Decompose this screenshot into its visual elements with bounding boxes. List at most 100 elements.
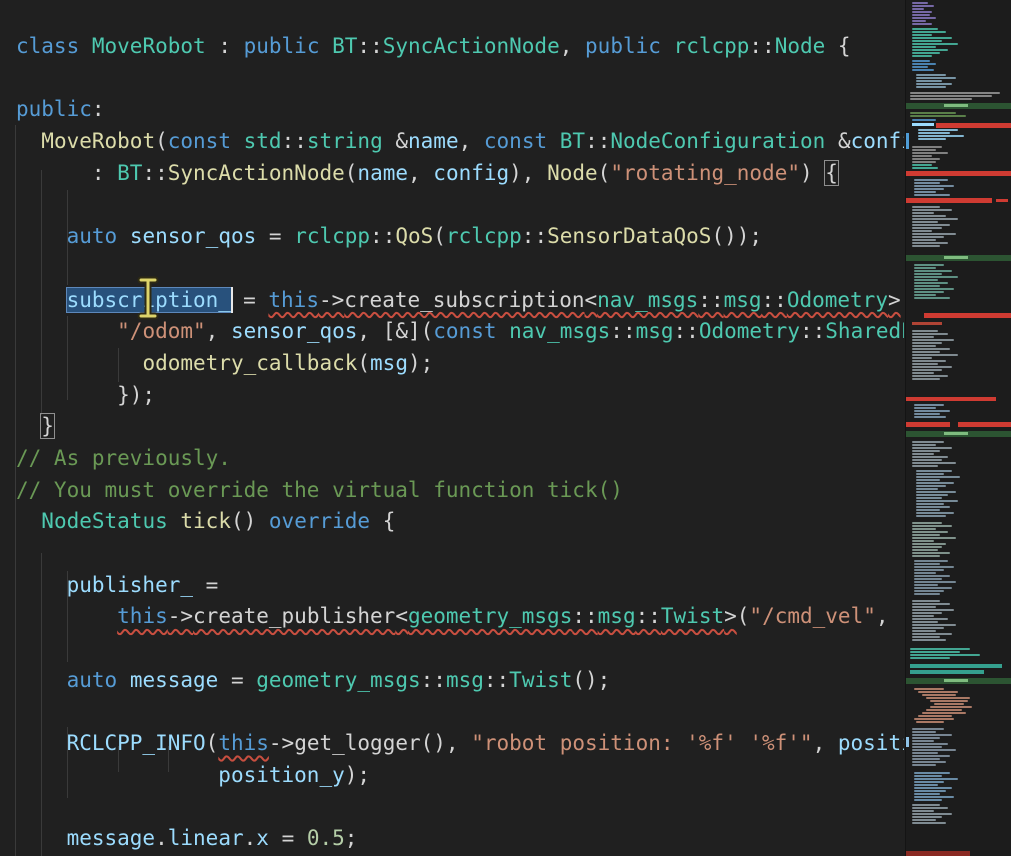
minimap-row — [912, 618, 948, 620]
minimap-row — [912, 221, 938, 223]
code-line[interactable]: publisher_ = — [16, 570, 904, 602]
minimap-row — [912, 239, 936, 241]
code-token: :: — [572, 604, 597, 628]
code-token — [79, 34, 92, 58]
minimap-row — [916, 479, 940, 481]
minimap-row — [912, 224, 950, 226]
minimap-row — [926, 697, 970, 699]
code-token: string — [307, 129, 383, 153]
minimap-row — [912, 40, 942, 42]
code-token: (), — [421, 731, 472, 755]
code-line[interactable]: RCLCPP_INFO(this->get_logger(), "robot p… — [16, 728, 904, 760]
minimap-row — [912, 636, 940, 638]
minimap-row — [912, 8, 924, 10]
code-token: :: — [585, 129, 610, 153]
code-line[interactable]: "/odom", sensor_qos, [&](const nav_msgs:… — [16, 316, 904, 348]
code-area[interactable]: class MoveRobot : public BT::SyncActionN… — [0, 0, 904, 856]
code-token: : — [92, 97, 105, 121]
minimap-row — [914, 772, 950, 774]
code-line[interactable]: this->create_publisher<geometry_msgs::ms… — [16, 601, 904, 633]
code-token: BT — [117, 161, 142, 185]
minimap-row — [916, 80, 942, 82]
code-line[interactable] — [16, 538, 904, 570]
code-line[interactable]: odometry_callback(msg); — [16, 348, 904, 380]
minimap-row — [916, 86, 946, 88]
minimap-row — [914, 407, 936, 409]
minimap-row — [914, 416, 946, 418]
minimap-row — [914, 194, 950, 196]
minimap-row — [914, 288, 954, 290]
code-token: this — [268, 288, 319, 312]
code-line[interactable]: message.linear.x = 0.5; — [16, 823, 904, 855]
minimap-row — [912, 242, 948, 244]
code-token: msg — [446, 668, 484, 692]
minimap-row — [912, 354, 958, 356]
code-token: :: — [636, 604, 661, 628]
code-token: SharedPtr — [825, 319, 904, 343]
minimap-row — [916, 500, 958, 502]
code-line[interactable]: auto sensor_qos = rclcpp::QoS(rclcpp::Se… — [16, 221, 904, 253]
minimap-row — [914, 410, 950, 412]
code-token: , [&]( — [357, 319, 433, 343]
minimap-error-bar — [924, 313, 1011, 318]
minimap-row — [910, 115, 966, 117]
minimap-row — [912, 161, 936, 163]
code-token: ), — [509, 161, 547, 185]
code-editor: class MoveRobot : public BT::SyncActionN… — [0, 0, 1011, 856]
code-line[interactable]: // As previously. — [16, 443, 904, 475]
minimap-row — [914, 796, 954, 798]
minimap-row — [916, 515, 946, 517]
minimap-row — [912, 69, 934, 71]
minimap-row — [912, 43, 958, 45]
code-line[interactable] — [16, 633, 904, 665]
minimap-row — [914, 191, 936, 193]
minimap-row — [912, 336, 934, 338]
minimap-row — [914, 572, 936, 574]
minimap-row — [912, 609, 954, 611]
code-line[interactable]: class MoveRobot : public BT::SyncActionN… — [16, 31, 904, 63]
code-line[interactable]: : BT::SyncActionNode(name, config), Node… — [16, 158, 904, 190]
code-line[interactable]: NodeStatus tick() override { — [16, 506, 904, 538]
code-token: "rotating_node" — [610, 161, 800, 185]
code-line[interactable]: public: — [16, 94, 904, 126]
minimap-row — [912, 822, 946, 824]
code-line[interactable] — [16, 189, 904, 221]
code-line[interactable]: auto message = geometry_msgs::msg::Twist… — [16, 665, 904, 697]
code-token: ( — [357, 351, 370, 375]
minimap[interactable] — [905, 0, 1011, 856]
minimap-row — [912, 215, 946, 217]
minimap-edge-marker — [906, 737, 909, 747]
minimap-row — [912, 369, 942, 371]
minimap-row — [912, 525, 952, 527]
code-line[interactable] — [16, 696, 904, 728]
code-line[interactable] — [16, 792, 904, 824]
minimap-row — [912, 624, 956, 626]
minimap-row — [912, 450, 940, 452]
minimap-row — [912, 230, 932, 232]
minimap-row — [912, 20, 926, 22]
minimap-error-bar — [906, 171, 1011, 176]
minimap-row — [912, 149, 936, 151]
code-token: = — [269, 826, 307, 850]
minimap-row — [912, 227, 942, 229]
code-line[interactable]: }); — [16, 380, 904, 412]
minimap-row — [912, 209, 952, 211]
code-line[interactable]: // You must override the virtual functio… — [16, 475, 904, 507]
minimap-row — [912, 534, 940, 536]
code-line[interactable]: position_y); — [16, 760, 904, 792]
code-token: }); — [16, 383, 155, 407]
code-token: const — [168, 129, 231, 153]
code-token: name — [408, 129, 459, 153]
minimap-row — [910, 98, 972, 100]
minimap-error-bar — [996, 199, 1008, 202]
code-token: ( — [737, 604, 750, 628]
code-line[interactable]: MoveRobot(const std::string &name, const… — [16, 126, 904, 158]
code-line[interactable] — [16, 63, 904, 95]
minimap-row — [914, 560, 948, 562]
code-token: msg — [636, 319, 674, 343]
code-token: auto — [67, 224, 118, 248]
minimap-row — [912, 761, 946, 763]
minimap-row — [910, 654, 980, 656]
code-token — [231, 129, 244, 153]
code-line[interactable]: } — [16, 411, 904, 443]
